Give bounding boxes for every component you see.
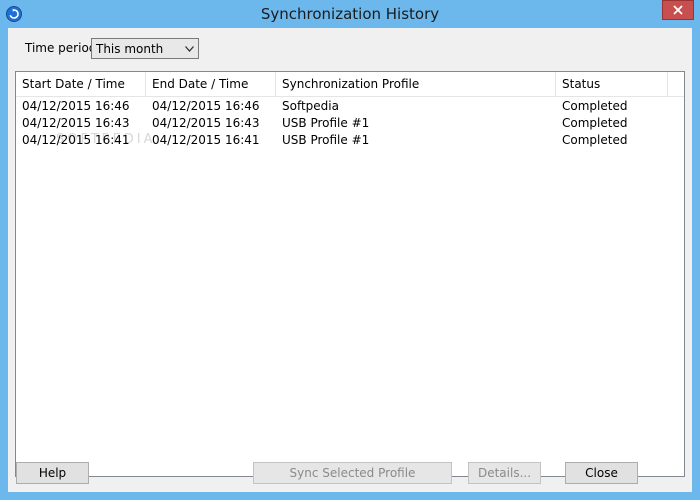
cell-end: 04/12/2015 16:46 [152,99,260,113]
close-icon [673,5,683,15]
cell-status: Completed [562,116,628,130]
window-title: Synchronization History [260,5,440,23]
history-list[interactable]: Start Date / Time End Date / Time Synchr… [15,71,685,477]
list-rows: 04/12/2015 16:46 04/12/2015 16:46 Softpe… [16,98,684,149]
window-close-button[interactable] [662,0,694,20]
cell-end: 04/12/2015 16:41 [152,133,260,147]
cell-profile: USB Profile #1 [282,116,370,130]
close-button[interactable]: Close [565,462,638,484]
column-header-profile[interactable]: Synchronization Profile [276,72,556,97]
time-period-select[interactable]: This month [91,38,199,59]
cell-status: Completed [562,133,628,147]
chevron-down-icon [185,46,194,52]
column-header-start[interactable]: Start Date / Time [16,72,146,97]
list-header: Start Date / Time End Date / Time Synchr… [16,72,684,97]
help-button[interactable]: Help [16,462,89,484]
cell-profile: USB Profile #1 [282,133,370,147]
sync-selected-profile-button[interactable]: Sync Selected Profile [253,462,452,484]
table-row[interactable]: 04/12/2015 16:41 04/12/2015 16:41 USB Pr… [16,132,684,149]
column-header-status[interactable]: Status [556,72,668,97]
title-bar[interactable]: Synchronization History [0,0,700,28]
dialog-client-area: Time period: This month Start Date / Tim… [8,28,692,492]
cell-start: 04/12/2015 16:41 [22,133,130,147]
cell-start: 04/12/2015 16:43 [22,116,130,130]
details-button[interactable]: Details... [468,462,541,484]
column-header-end[interactable]: End Date / Time [146,72,276,97]
table-row[interactable]: 04/12/2015 16:43 04/12/2015 16:43 USB Pr… [16,115,684,132]
time-period-label: Time period: [25,41,101,55]
time-period-value: This month [96,42,164,56]
cell-end: 04/12/2015 16:43 [152,116,260,130]
table-row[interactable]: 04/12/2015 16:46 04/12/2015 16:46 Softpe… [16,98,684,115]
cell-profile: Softpedia [282,99,339,113]
cell-start: 04/12/2015 16:46 [22,99,130,113]
cell-status: Completed [562,99,628,113]
sync-history-window: Synchronization History Time period: Thi… [0,0,700,500]
